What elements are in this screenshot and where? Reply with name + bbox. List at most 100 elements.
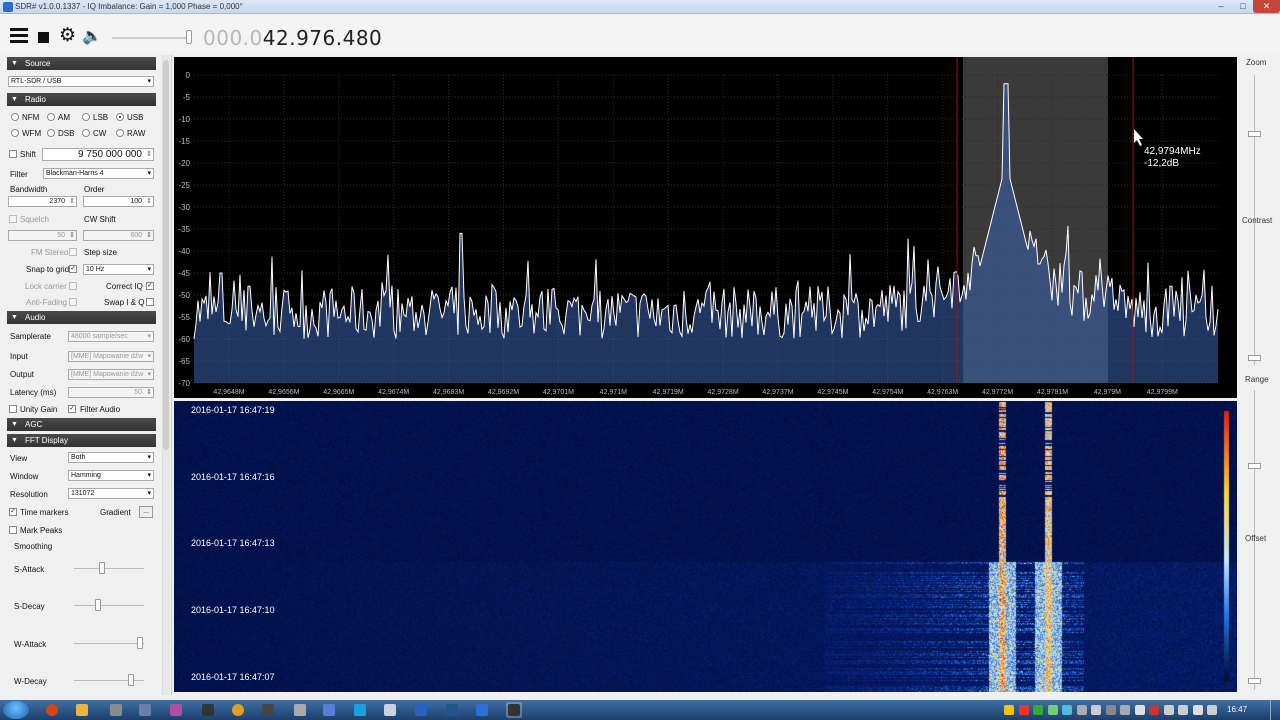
timemarkers-checkbox[interactable] [9,508,17,516]
shift-checkbox[interactable] [9,150,17,158]
menu-icon[interactable] [10,28,28,46]
taskbar-app-rdp-icon[interactable] [474,702,490,718]
taskbar-app-word-icon[interactable] [413,702,429,718]
maximize-button[interactable]: □ [1231,0,1255,13]
taskbar-app-powershell-icon[interactable] [444,702,460,718]
close-button[interactable]: ✕ [1253,0,1280,13]
tray-icon[interactable] [1047,705,1058,715]
squelch-checkbox[interactable] [9,215,17,223]
start-button[interactable] [3,701,29,719]
mode-radio-cw[interactable] [82,129,90,137]
mode-radio-usb[interactable] [116,113,124,121]
samplerate-select[interactable]: 48000 sample/sec [68,331,154,342]
taskbar-app-firefox-icon[interactable] [44,702,60,718]
tray-icon[interactable] [1163,705,1174,715]
tray-icon[interactable] [1207,705,1217,715]
tray-icon[interactable] [1004,705,1014,715]
mode-radio-nfm[interactable] [11,113,19,121]
tray-icon[interactable] [1091,705,1101,715]
antifading-checkbox[interactable] [69,298,77,306]
unitygain-checkbox[interactable] [9,405,17,413]
tray-icon[interactable] [1134,705,1145,715]
show-desktop-button[interactable] [1270,700,1280,720]
shift-value-input[interactable]: 9 750 000 000 [42,148,154,161]
filteraudio-checkbox[interactable] [68,405,76,413]
frequency-display[interactable]: 000.042.976.480 [203,26,382,50]
taskbar-app-usb-icon[interactable] [108,702,124,718]
tray-icon[interactable] [1178,705,1188,715]
window-select[interactable]: Hamming [68,470,154,481]
markpeaks-checkbox[interactable] [9,526,17,534]
offset-slider-thumb[interactable] [1248,678,1261,684]
latency-input[interactable]: 50 [68,387,154,398]
section-fft-display[interactable]: FFT Display [7,434,156,447]
output-device-select[interactable]: [MME] Mapowanie dźw [68,369,154,380]
cwshift-input[interactable]: 600 [83,230,154,241]
order-input[interactable]: 100 [83,196,154,207]
minimize-button[interactable]: – [1209,0,1233,13]
fmstereo-checkbox[interactable] [69,248,77,256]
tray-icon[interactable] [1076,705,1087,715]
side-panel-scroll-thumb[interactable] [163,60,169,450]
taskbar-app-media-icon[interactable] [168,702,184,718]
tray-icon[interactable] [1192,705,1203,715]
tray-icon[interactable] [1120,705,1130,715]
taskbar-app-tools-icon[interactable] [382,702,398,718]
clock[interactable]: 16:47 [1227,705,1247,714]
mode-radio-dsb[interactable] [47,129,55,137]
mode-radio-lsb[interactable] [82,113,90,121]
taskbar-app-dash-icon[interactable] [292,702,308,718]
sattack-slider[interactable] [74,568,144,569]
range-slider-thumb[interactable] [1248,463,1261,469]
correctiq-checkbox[interactable] [146,282,154,290]
sdecay-slider[interactable] [74,605,144,606]
filter-select[interactable]: Blackman-Harris 4 [43,168,154,179]
sattack-slider-thumb[interactable] [99,562,105,574]
tray-icon[interactable] [1105,705,1116,715]
spectrum-plot[interactable]: 0 -5 -10 -15 -20 -25 -30 -35 -40 -45 -50 -55 -60 -65 -… [174,57,1237,398]
mode-radio-am[interactable] [47,113,55,121]
mode-radio-raw[interactable] [116,129,124,137]
frequency-digits[interactable]: 42.976.480 [263,26,383,50]
taskbar-app-sdr-icon[interactable] [506,702,522,718]
taskbar-app-pin-icon[interactable] [260,702,276,718]
sdecay-slider-thumb[interactable] [95,599,101,611]
view-select[interactable]: Both [68,452,154,463]
squelch-input[interactable]: 50 [8,230,77,241]
gear-icon[interactable]: ⚙ [59,26,77,45]
gradient-button[interactable]: ... [139,506,153,518]
contrast-slider-thumb[interactable] [1248,355,1261,361]
waterfall-display[interactable]: 2016-01-17 16:47:19 2016-01-17 16:47:16 20… [174,401,1237,692]
wattack-slider[interactable] [74,643,144,644]
input-device-select[interactable]: [MME] Mapowanie dźw [68,351,154,362]
tray-icon[interactable] [1018,705,1029,715]
lockcarrier-checkbox[interactable] [69,282,77,290]
tray-icon[interactable] [1149,705,1159,715]
wdecay-slider-thumb[interactable] [128,674,134,686]
section-source[interactable]: Source [7,57,156,70]
spectrum-analyzer[interactable]: 0 -5 -10 -15 -20 -25 -30 -35 -40 -45 -50 -55 -60 -65 -… [174,57,1237,398]
taskbar-app-terminal-icon[interactable] [200,702,216,718]
taskbar-app-chrome-icon[interactable] [230,702,246,718]
volume-slider[interactable] [112,37,190,39]
wattack-slider-thumb[interactable] [137,637,143,649]
stepsize-select[interactable]: 10 Hz [83,264,154,275]
stop-icon[interactable] [38,32,49,43]
taskbar-app-folder-icon[interactable] [74,702,90,718]
resolution-select[interactable]: 131072 [68,488,154,499]
taskbar-app-skype-icon[interactable] [352,702,368,718]
source-device-select[interactable]: RTL-SDR / USB [8,76,154,87]
tray-icon[interactable] [1033,705,1043,715]
volume-slider-thumb[interactable] [185,30,192,44]
mode-radio-wfm[interactable] [11,129,19,137]
zoom-slider-thumb[interactable] [1248,131,1261,137]
tray-icon[interactable] [1062,705,1072,715]
speaker-icon[interactable]: 🔈 [82,28,102,46]
section-audio[interactable]: Audio [7,311,156,324]
snap-checkbox[interactable] [69,265,77,273]
waterfall-canvas[interactable] [174,401,1237,692]
section-agc[interactable]: AGC [7,418,156,431]
taskbar-app-monitor-icon[interactable] [321,702,337,718]
frequency-leading-digits[interactable]: 000.0 [203,26,263,50]
swapiq-checkbox[interactable] [146,298,154,306]
